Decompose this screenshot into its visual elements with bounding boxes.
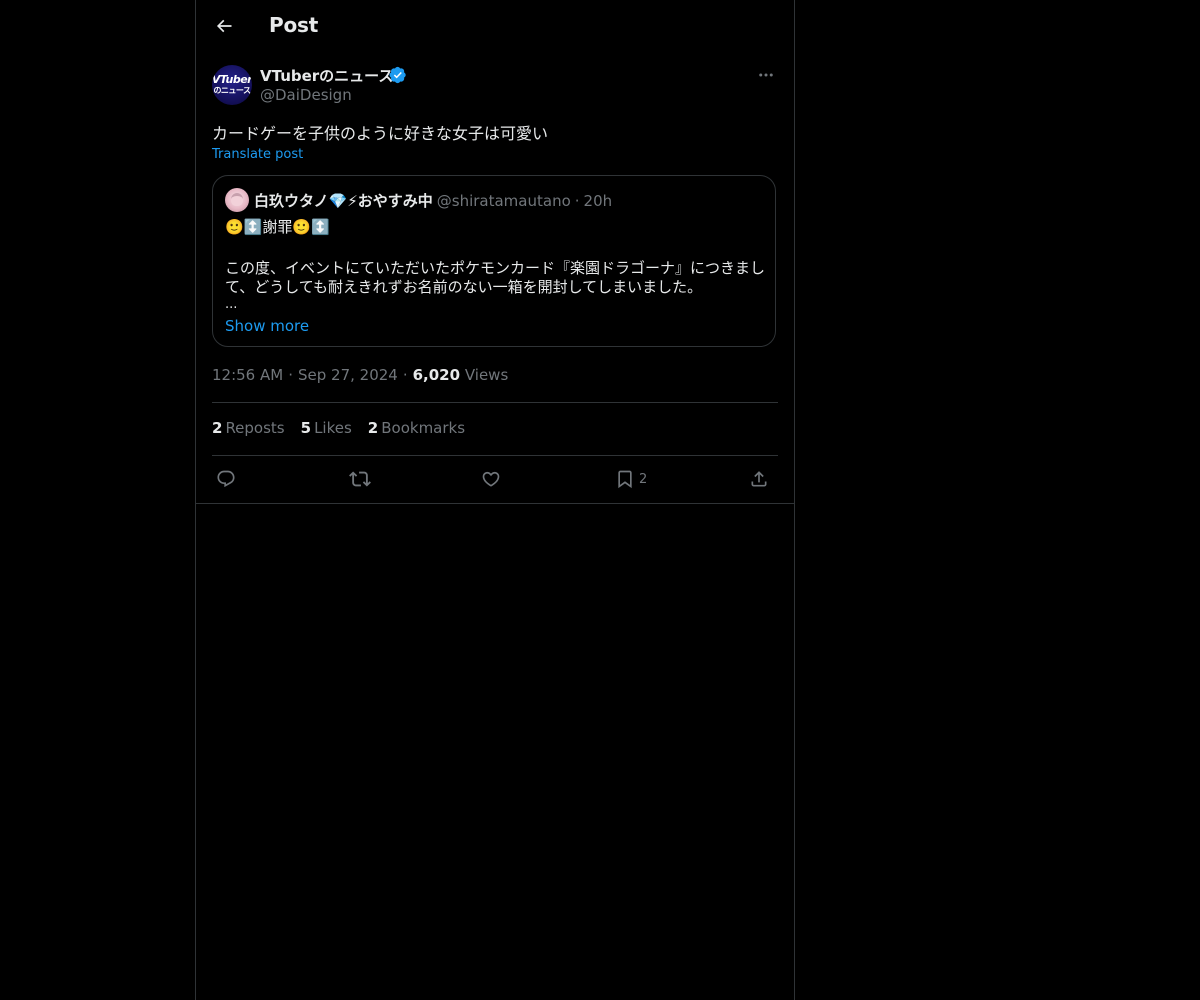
quoted-post-card[interactable]: 白玖ウタノ💎⚡おやすみ中 @shiratamautano · 20h 🙂↕️謝罪🙂↕️…	[212, 175, 776, 347]
page-title: Post	[269, 13, 319, 37]
back-button[interactable]	[210, 12, 238, 40]
quote-time: 20h	[583, 192, 613, 210]
meta-separator-2: ·	[402, 366, 408, 384]
reply-button[interactable]	[216, 466, 236, 492]
heart-icon	[481, 469, 501, 489]
engagement-stats: 2 Reposts 5 Likes 2 Bookmarks	[212, 419, 481, 437]
bookmark-button[interactable]: 2	[615, 466, 647, 492]
actions-row: 2	[212, 466, 778, 492]
quote-text-ellipsis: ...	[225, 297, 238, 312]
translate-post-link[interactable]: Translate post	[212, 147, 303, 162]
avatar-text-bottom: のニュース	[213, 86, 251, 95]
post-time[interactable]: 12:56 AM	[212, 366, 283, 384]
repost-icon	[349, 468, 371, 490]
author-handle[interactable]: @DaiDesign	[260, 86, 352, 104]
likes-label: Likes	[314, 419, 352, 437]
post-date[interactable]: Sep 27, 2024	[298, 366, 398, 384]
top-bar: Post	[196, 0, 794, 53]
post-text: カードゲーを子供のように好きな女子は可愛い	[212, 124, 549, 143]
repost-button[interactable]	[349, 466, 371, 492]
avatar-text-top: VTuber	[212, 73, 252, 86]
author-avatar[interactable]: VTuber のニュース	[212, 65, 252, 105]
author-row: VTuber のニュース VTuberのニュース @DaiDesign	[212, 64, 778, 108]
show-more-link[interactable]: Show more	[225, 317, 309, 335]
divider-top	[212, 402, 778, 403]
quote-separator: ·	[574, 192, 580, 210]
reposts-count: 2	[212, 419, 223, 437]
author-name[interactable]: VTuberのニュース	[260, 65, 393, 86]
post-bottom-border	[196, 503, 794, 504]
bookmark-count: 2	[639, 471, 648, 487]
quote-author-avatar	[225, 188, 249, 212]
like-button[interactable]	[481, 466, 501, 492]
quote-header: 白玖ウタノ💎⚡おやすみ中 @shiratamautano · 20h	[254, 190, 612, 211]
divider-bottom	[212, 455, 778, 456]
quote-author-name: 白玖ウタノ💎⚡おやすみ中	[254, 192, 433, 210]
likes-count: 5	[300, 419, 312, 437]
meta-separator-1: ·	[288, 366, 293, 384]
bookmark-icon	[615, 469, 635, 489]
more-dots-icon	[757, 66, 775, 84]
quote-text-line-1: 🙂↕️謝罪🙂↕️	[225, 218, 330, 236]
reposts-label: Reposts	[225, 419, 285, 437]
quote-author-handle: @shiratamautano	[436, 192, 571, 210]
reposts-stat[interactable]: 2 Reposts	[212, 419, 285, 437]
arrow-left-icon	[214, 16, 234, 36]
verified-badge-icon[interactable]	[389, 66, 407, 84]
post-metadata: 12:56 AM · Sep 27, 2024 · 6,020 Views	[212, 366, 508, 384]
share-button[interactable]	[749, 466, 769, 492]
bookmarks-stat[interactable]: 2 Bookmarks	[368, 419, 465, 437]
likes-stat[interactable]: 5 Likes	[301, 419, 352, 437]
more-options-button[interactable]	[754, 64, 778, 86]
quote-text-line-3: て、どうしても耐えきれずお名前のない一箱を開封してしまいました。	[225, 278, 703, 296]
primary-column: Post VTuber のニュース VTuberのニュース @DaiDesign	[195, 0, 795, 1000]
reply-icon	[216, 469, 236, 489]
views-label: Views	[464, 366, 509, 384]
quote-text-line-2: この度、イベントにていただいたポケモンカード『楽園ドラゴーナ』につきまし	[225, 259, 766, 277]
views-count: 6,020	[412, 366, 461, 384]
bookmarks-count: 2	[367, 419, 379, 437]
bookmarks-label: Bookmarks	[381, 419, 466, 437]
share-icon	[749, 469, 769, 489]
